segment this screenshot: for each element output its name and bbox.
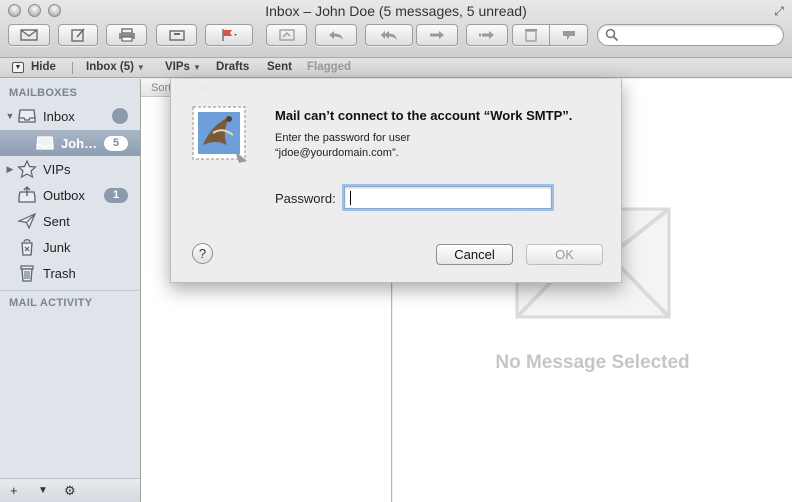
mailbox-sidebar: MAILBOXES ▼ Inbox Joh… 5 ▶ VIPs Outbox 1… (0, 79, 141, 502)
dialog-message: Enter the password for user “jdoe@yourdo… (275, 131, 595, 161)
sidebar-item-inbox[interactable]: ▼ Inbox (0, 103, 140, 129)
cancel-button[interactable]: Cancel (436, 244, 513, 265)
paper-plane-icon (17, 212, 37, 230)
archive-button[interactable] (156, 24, 197, 46)
favorite-sent[interactable]: Sent (267, 61, 292, 73)
favorite-flagged[interactable]: Flagged (307, 61, 351, 73)
notes-icon (278, 29, 295, 41)
favorite-vips[interactable]: VIPs ▼ (165, 61, 201, 73)
action-menu-button[interactable]: ⚙ (64, 483, 76, 499)
mail-activity-header: MAIL ACTIVITY (9, 297, 93, 309)
favorite-drafts[interactable]: Drafts (216, 61, 249, 73)
dialog-title: Mail can’t connect to the account “Work … (275, 108, 573, 123)
get-mail-button[interactable] (8, 24, 50, 46)
favorites-bar: ▼ Hide Inbox (5) ▼ VIPs ▼ Drafts Sent Flag… (0, 58, 792, 78)
flag-button[interactable] (205, 24, 253, 46)
star-icon (17, 159, 37, 179)
unread-count-badge: 5 (104, 136, 128, 151)
window-titlebar: Inbox – John Doe (5 messages, 5 unread) … (0, 0, 792, 58)
favorite-vips-label: VIPs (165, 61, 190, 73)
help-button[interactable]: ? (192, 243, 213, 264)
hide-button[interactable]: Hide (31, 61, 56, 73)
chevron-down-icon: ▼ (192, 63, 201, 72)
reply-icon (329, 31, 343, 40)
dialog-message-line: “jdoe@yourdomain.com”. (275, 147, 399, 159)
get-mail-icon (20, 29, 38, 41)
archive-icon (168, 30, 185, 41)
reply-button[interactable] (315, 24, 357, 46)
sidebar-item-label: Joh… (61, 135, 98, 151)
mail-stamp-icon (192, 106, 247, 163)
reply-all-button[interactable] (365, 24, 413, 46)
junk-bin-icon (17, 238, 37, 256)
ok-button[interactable]: OK (526, 244, 603, 265)
text-cursor (350, 191, 351, 205)
trash-icon (525, 29, 537, 42)
account-icon (35, 134, 55, 152)
forward-icon (430, 31, 444, 39)
window-title: Inbox – John Doe (5 messages, 5 unread) (265, 3, 527, 19)
chevron-down-icon: ▼ (136, 63, 145, 72)
sidebar-item-outbox[interactable]: Outbox 1 (0, 182, 140, 208)
sidebar-item-label: Outbox (43, 187, 85, 203)
sidebar-item-junk[interactable]: Junk (0, 234, 140, 260)
sidebar-bottom-bar: + ▼ ⚙ (0, 478, 140, 502)
fullscreen-icon[interactable]: ⤢ (772, 4, 786, 18)
disclosure-closed-icon[interactable]: ▶ (3, 164, 17, 175)
junk-icon (562, 31, 575, 40)
sidebar-item-sent[interactable]: Sent (0, 208, 140, 234)
search-field[interactable] (597, 24, 784, 46)
mailboxes-header: MAILBOXES (9, 87, 78, 99)
favorites-separator (72, 62, 73, 74)
password-dialog: Mail can’t connect to the account “Work … (170, 79, 622, 283)
trash-icon (17, 264, 37, 282)
disclosure-open-icon[interactable]: ▼ (3, 111, 17, 121)
redirect-icon (479, 31, 494, 39)
sidebar-item-label: Inbox (43, 108, 75, 124)
outbox-icon (17, 186, 37, 204)
print-icon (118, 28, 135, 42)
sidebar-item-label: VIPs (43, 161, 71, 177)
sidebar-item-vips[interactable]: ▶ VIPs (0, 156, 140, 182)
no-message-selected-text: No Message Selected (495, 352, 690, 373)
inbox-icon (17, 107, 37, 125)
notes-button[interactable] (266, 24, 307, 46)
sidebar-item-trash[interactable]: Trash (0, 260, 140, 286)
favorite-inbox[interactable]: Inbox (5) ▼ (86, 61, 145, 73)
password-field[interactable] (344, 186, 552, 209)
sidebar-item-label: Sent (43, 213, 70, 229)
favorite-inbox-label: Inbox (5) (86, 61, 134, 73)
sidebar-divider (0, 290, 140, 291)
password-label: Password: (275, 191, 336, 206)
activity-spinner-icon (112, 108, 128, 124)
search-icon (605, 28, 619, 42)
reply-all-icon (381, 31, 397, 40)
flag-icon (222, 29, 237, 41)
show-mail-activity-button[interactable]: ▼ (38, 485, 48, 496)
forward-button[interactable] (416, 24, 458, 46)
compose-button[interactable] (58, 24, 98, 46)
print-button[interactable] (106, 24, 147, 46)
redirect-button[interactable] (466, 24, 508, 46)
sidebar-item-label: Trash (43, 265, 76, 281)
junk-button[interactable] (550, 24, 588, 46)
delete-button[interactable] (512, 24, 550, 46)
compose-icon (71, 28, 85, 42)
outbox-count-badge: 1 (104, 188, 128, 203)
sidebar-item-account[interactable]: Joh… 5 (0, 130, 140, 156)
sidebar-item-label: Junk (43, 239, 71, 255)
hide-toggle-icon[interactable]: ▼ (12, 62, 24, 73)
dialog-message-line: Enter the password for user (275, 132, 411, 144)
add-mailbox-button[interactable]: + (10, 483, 18, 498)
